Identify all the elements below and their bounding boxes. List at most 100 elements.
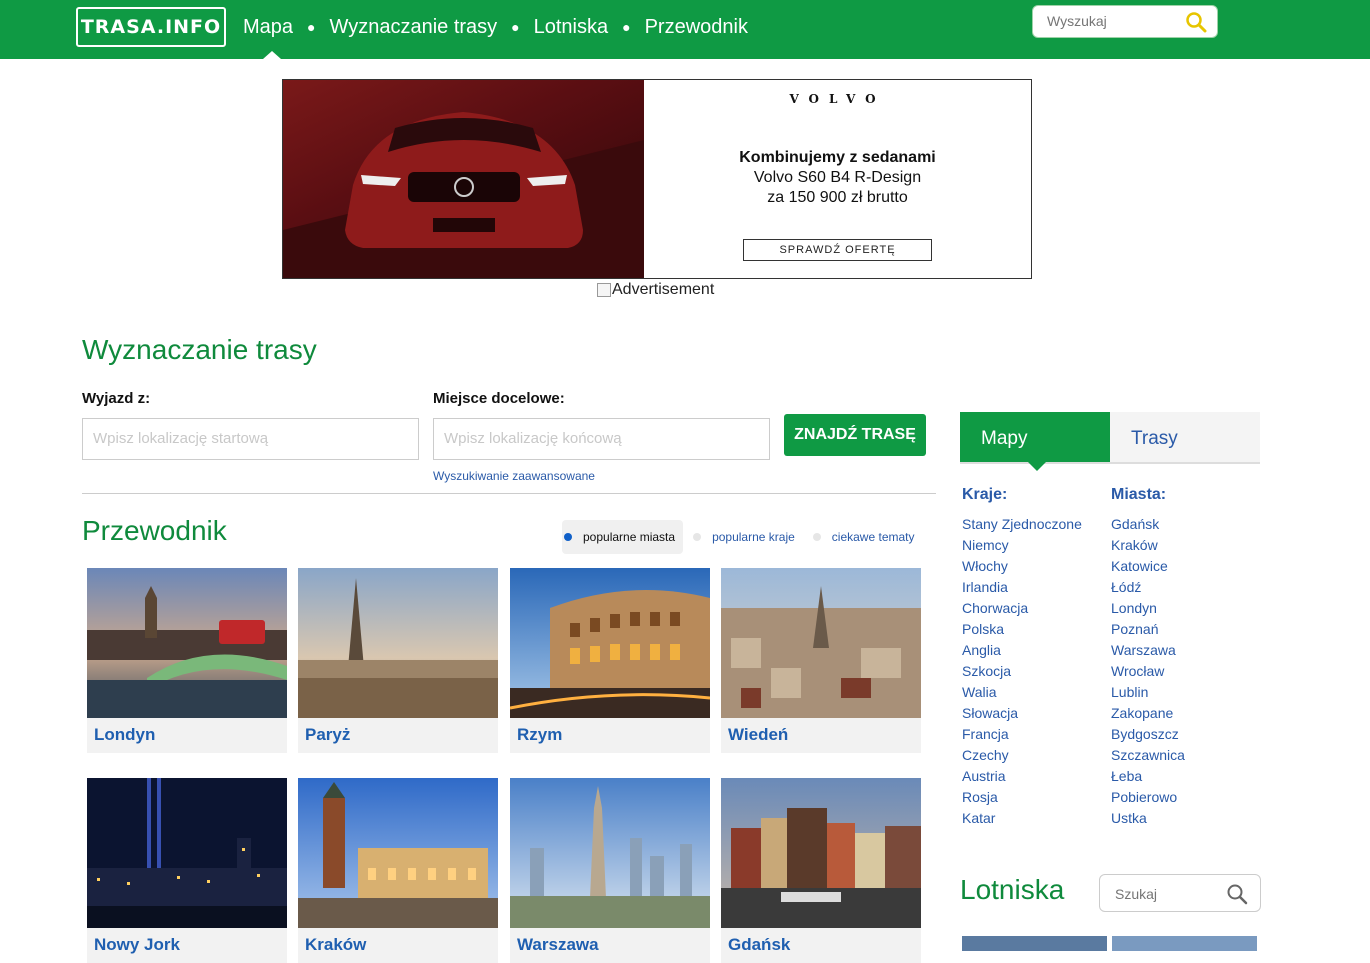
to-label: Miejsce docelowe: bbox=[433, 390, 565, 407]
country-link[interactable]: Chorwacja bbox=[962, 598, 1082, 619]
city-photo bbox=[721, 778, 921, 928]
country-link[interactable]: Niemcy bbox=[962, 535, 1082, 556]
nav-separator: ● bbox=[622, 19, 631, 35]
guide-tabs: popularne miasta popularne kraje ciekawe… bbox=[562, 520, 933, 554]
broken-image-icon bbox=[597, 283, 611, 297]
tab-label: ciekawe tematy bbox=[831, 530, 915, 544]
find-route-button[interactable]: ZNAJDŹ TRASĘ bbox=[784, 414, 926, 456]
header-search bbox=[1032, 5, 1218, 38]
city-link[interactable]: Pobierowo bbox=[1111, 787, 1185, 808]
nav-mapa[interactable]: Mapa bbox=[243, 16, 293, 39]
tab-popular-countries[interactable]: popularne kraje bbox=[693, 520, 803, 554]
active-nav-pointer bbox=[263, 51, 281, 59]
country-link[interactable]: Polska bbox=[962, 619, 1082, 640]
ad-line-3: za 150 900 zł brutto bbox=[767, 189, 908, 206]
tab-interesting-topics[interactable]: ciekawe tematy bbox=[812, 520, 923, 554]
city-card-londyn[interactable]: Londyn bbox=[87, 568, 287, 753]
city-card-wieden[interactable]: Wiedeń bbox=[721, 568, 921, 753]
from-input[interactable]: Wpisz lokalizację startową bbox=[82, 418, 419, 460]
country-link[interactable]: Walia bbox=[962, 682, 1082, 703]
city-link[interactable]: Lublin bbox=[1111, 682, 1185, 703]
city-name: Warszawa bbox=[517, 935, 599, 954]
city-link[interactable]: Gdańsk bbox=[1111, 514, 1185, 535]
tab-trasy[interactable]: Trasy bbox=[1110, 412, 1260, 462]
city-name: Nowy Jork bbox=[94, 935, 180, 954]
header-search-input[interactable] bbox=[1045, 12, 1179, 30]
tab-popular-cities[interactable]: popularne miasta bbox=[562, 520, 684, 554]
country-link[interactable]: Rosja bbox=[962, 787, 1082, 808]
city-link[interactable]: Warszawa bbox=[1111, 640, 1185, 661]
nav-wyznaczanie-trasy[interactable]: Wyznaczanie trasy bbox=[330, 16, 498, 39]
city-link[interactable]: Ustka bbox=[1111, 808, 1185, 829]
city-link[interactable]: Zakopane bbox=[1111, 703, 1185, 724]
from-label: Wyjazd z: bbox=[82, 390, 151, 407]
country-link[interactable]: Katar bbox=[962, 808, 1082, 829]
country-link[interactable]: Włochy bbox=[962, 556, 1082, 577]
city-link[interactable]: Łeba bbox=[1111, 766, 1185, 787]
city-link[interactable]: Łódź bbox=[1111, 577, 1185, 598]
advertisement-banner[interactable]: VOLVO Kombinujemy z sedanami Volvo S60 B… bbox=[282, 79, 1032, 279]
city-link[interactable]: Bydgoszcz bbox=[1111, 724, 1185, 745]
city-photo bbox=[87, 568, 287, 718]
nav-lotniska[interactable]: Lotniska bbox=[534, 16, 609, 39]
city-card-paryz[interactable]: Paryż bbox=[298, 568, 498, 753]
country-link[interactable]: Czechy bbox=[962, 745, 1082, 766]
city-card-warszawa[interactable]: Warszawa bbox=[510, 778, 710, 963]
nav-separator: ● bbox=[511, 19, 520, 35]
country-link[interactable]: Francja bbox=[962, 724, 1082, 745]
country-link[interactable]: Słowacja bbox=[962, 703, 1082, 724]
airports-title: Lotniska bbox=[960, 874, 1065, 905]
city-name: Gdańsk bbox=[728, 935, 791, 954]
tab-label: popularne kraje bbox=[712, 530, 795, 544]
city-link[interactable]: Wrocław bbox=[1111, 661, 1185, 682]
city-photo bbox=[510, 778, 710, 928]
city-photo bbox=[721, 568, 921, 718]
cities-heading: Miasta: bbox=[1111, 486, 1167, 503]
city-card-krakow[interactable]: Kraków bbox=[298, 778, 498, 963]
country-link[interactable]: Szkocja bbox=[962, 661, 1082, 682]
city-name: Paryż bbox=[305, 725, 351, 744]
ad-text: Kombinujemy z sedanami Volvo S60 B4 R-De… bbox=[644, 148, 1031, 208]
nav-separator: ● bbox=[307, 19, 316, 35]
site-logo[interactable]: TRASA.INFO bbox=[76, 7, 226, 47]
city-link[interactable]: Szczawnica bbox=[1111, 745, 1185, 766]
airport-thumbnail[interactable] bbox=[1112, 936, 1257, 951]
tab-dot bbox=[812, 533, 821, 541]
sidebar-tabs: Mapy Trasy bbox=[960, 412, 1260, 464]
city-name: Rzym bbox=[517, 725, 563, 744]
airports-search-input[interactable] bbox=[1113, 885, 1217, 903]
search-icon[interactable] bbox=[1185, 11, 1207, 38]
city-photo bbox=[298, 778, 498, 928]
city-card-gdansk[interactable]: Gdańsk bbox=[721, 778, 921, 963]
to-input[interactable]: Wpisz lokalizację końcową bbox=[433, 418, 770, 460]
ad-brand: VOLVO bbox=[789, 92, 886, 106]
city-link[interactable]: Katowice bbox=[1111, 556, 1185, 577]
main-nav: Mapa ● Wyznaczanie trasy ● Lotniska ● Pr… bbox=[243, 14, 748, 40]
countries-heading: Kraje: bbox=[962, 486, 1008, 503]
city-link[interactable]: Poznań bbox=[1111, 619, 1185, 640]
active-tab-pointer bbox=[1028, 462, 1046, 471]
search-icon[interactable] bbox=[1226, 883, 1248, 910]
cities-list: Gdańsk Kraków Katowice Łódź Londyn Poznań Wars… bbox=[1111, 514, 1185, 829]
ad-line-1: Kombinujemy z sedanami bbox=[739, 149, 936, 166]
city-card-rzym[interactable]: Rzym bbox=[510, 568, 710, 753]
airport-thumbnail[interactable] bbox=[962, 936, 1107, 951]
country-link[interactable]: Stany Zjednoczone bbox=[962, 514, 1082, 535]
city-link[interactable]: Londyn bbox=[1111, 598, 1185, 619]
advanced-search-link[interactable]: Wyszukiwanie zaawansowane bbox=[433, 469, 595, 483]
nav-przewodnik[interactable]: Przewodnik bbox=[645, 16, 748, 39]
airports-search bbox=[1099, 874, 1261, 912]
guide-title: Przewodnik bbox=[82, 515, 227, 546]
tab-mapy[interactable]: Mapy bbox=[960, 412, 1110, 462]
ad-line-2: Volvo S60 B4 R-Design bbox=[753, 169, 922, 186]
ad-cta-button[interactable]: SPRAWDŹ OFERTĘ bbox=[743, 239, 932, 261]
route-title: Wyznaczanie trasy bbox=[82, 334, 317, 365]
city-name: Londyn bbox=[94, 725, 156, 744]
city-card-nowy-jork[interactable]: Nowy Jork bbox=[87, 778, 287, 963]
country-link[interactable]: Anglia bbox=[962, 640, 1082, 661]
city-link[interactable]: Kraków bbox=[1111, 535, 1185, 556]
ad-copy: VOLVO Kombinujemy z sedanami Volvo S60 B… bbox=[644, 80, 1031, 278]
car-image bbox=[283, 80, 644, 278]
country-link[interactable]: Irlandia bbox=[962, 577, 1082, 598]
country-link[interactable]: Austria bbox=[962, 766, 1082, 787]
